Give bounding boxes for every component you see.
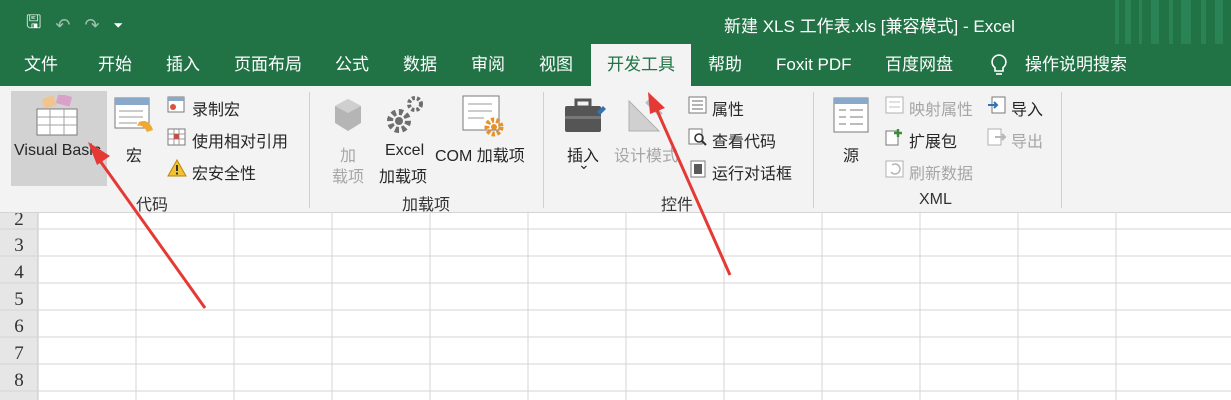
group-separator: [543, 92, 544, 208]
row-header-5[interactable]: 5: [14, 289, 24, 310]
chevron-down-icon[interactable]: ⌄: [578, 156, 590, 173]
lightbulb-icon: [991, 54, 1007, 75]
visual-basic-label: Visual Basic: [14, 142, 101, 159]
tab-review[interactable]: 审阅: [471, 44, 505, 86]
excel-addins-label-1[interactable]: Excel: [385, 142, 424, 160]
row-header-8[interactable]: 8: [14, 370, 24, 391]
com-addins-button[interactable]: COM 加载项: [435, 142, 525, 166]
row-header-2[interactable]: 2: [14, 213, 24, 230]
design-mode-icon: [628, 99, 663, 132]
macros-icon[interactable]: [113, 96, 157, 136]
tab-foxit-pdf[interactable]: Foxit PDF: [776, 44, 852, 86]
quick-access-toolbar: 🖫 ↶ ↷ ⏷: [26, 10, 123, 40]
ribbon-panel: Visual Basic 宏 录制宏 使用相对引用 宏安全性 代码 加 载项 E…: [0, 86, 1231, 214]
tab-home[interactable]: 开始: [98, 44, 132, 86]
row-header-4[interactable]: 4: [14, 262, 24, 283]
com-addins-icon: [462, 95, 504, 137]
save-icon[interactable]: 🖫: [26, 10, 41, 40]
title-bar: 🖫 ↶ ↷ ⏷ 新建 XLS 工作表.xls [兼容模式] - Excel: [0, 0, 1231, 44]
tab-data[interactable]: 数据: [403, 44, 437, 86]
group-separator: [813, 92, 814, 208]
excel-addins-gear-icon: [387, 96, 423, 133]
undo-icon[interactable]: ↶: [55, 15, 70, 36]
run-dialog-button[interactable]: 运行对话框: [712, 160, 792, 184]
ribbon-tabs: 文件 开始 插入 页面布局 公式 数据 审阅 视图 开发工具 帮助 Foxit …: [0, 44, 1231, 86]
group-separator: [1061, 92, 1062, 208]
group-label-xml: XML: [919, 191, 952, 208]
refresh-data-button[interactable]: 刷新数据: [909, 160, 973, 184]
redo-icon[interactable]: ↷: [84, 15, 99, 36]
visual-basic-icon: [36, 95, 78, 136]
row-header-7[interactable]: 7: [14, 343, 24, 364]
relative-reference-icon: [167, 128, 186, 146]
view-code-button[interactable]: 查看代码: [712, 128, 776, 152]
export-button[interactable]: 导出: [1011, 128, 1043, 152]
refresh-data-icon: [885, 160, 904, 178]
expansion-pack-icon: [885, 129, 902, 146]
group-separator: [309, 92, 310, 208]
tab-baidu-netdisk[interactable]: 百度网盘: [885, 44, 953, 86]
tab-help[interactable]: 帮助: [708, 44, 742, 86]
group-label-controls: 控件: [661, 197, 694, 214]
import-button[interactable]: 导入: [1011, 96, 1043, 120]
toolbox-icon: [565, 98, 606, 132]
warning-icon: [167, 159, 187, 177]
tab-developer[interactable]: 开发工具: [591, 44, 691, 86]
properties-button[interactable]: 属性: [712, 96, 744, 120]
relative-reference-button[interactable]: 使用相对引用: [192, 128, 288, 152]
macro-security-button[interactable]: 宏安全性: [192, 160, 256, 184]
view-code-icon: [688, 128, 707, 146]
group-label-addins: 加载项: [402, 197, 451, 214]
group-label-code: 代码: [136, 197, 169, 214]
tab-view[interactable]: 视图: [539, 44, 573, 86]
addins-icon: [335, 99, 361, 131]
row-header-3[interactable]: 3: [14, 235, 24, 256]
record-macro-icon: [167, 96, 185, 113]
record-macro-button[interactable]: 录制宏: [192, 96, 240, 120]
map-properties-button[interactable]: 映射属性: [909, 96, 973, 120]
spreadsheet-grid[interactable]: 2 3 4 5 6 7 8: [0, 213, 1231, 400]
excel-addins-label-2[interactable]: 加载项: [379, 163, 427, 187]
import-icon: [988, 96, 1006, 114]
properties-icon: [688, 96, 707, 114]
xml-source-icon: [833, 97, 869, 133]
tab-page-layout[interactable]: 页面布局: [234, 44, 302, 86]
expansion-pack-button[interactable]: 扩展包: [909, 128, 957, 152]
run-dialog-icon: [690, 160, 706, 178]
tab-formulas[interactable]: 公式: [335, 44, 369, 86]
xml-source-button[interactable]: 源: [843, 142, 859, 166]
tab-file[interactable]: 文件: [24, 44, 58, 86]
window-title: 新建 XLS 工作表.xls [兼容模式] - Excel: [724, 17, 1015, 36]
addins-label-2[interactable]: 载项: [332, 163, 364, 187]
export-icon: [987, 128, 1007, 146]
row-header-6[interactable]: 6: [14, 316, 24, 337]
design-mode-button[interactable]: 设计模式: [614, 142, 678, 166]
tab-insert[interactable]: 插入: [166, 44, 200, 86]
map-properties-icon: [885, 96, 904, 114]
macros-button[interactable]: 宏: [126, 142, 142, 166]
tell-me-search[interactable]: 操作说明搜索: [1025, 44, 1127, 86]
customize-qat-icon[interactable]: ⏷: [114, 18, 124, 33]
